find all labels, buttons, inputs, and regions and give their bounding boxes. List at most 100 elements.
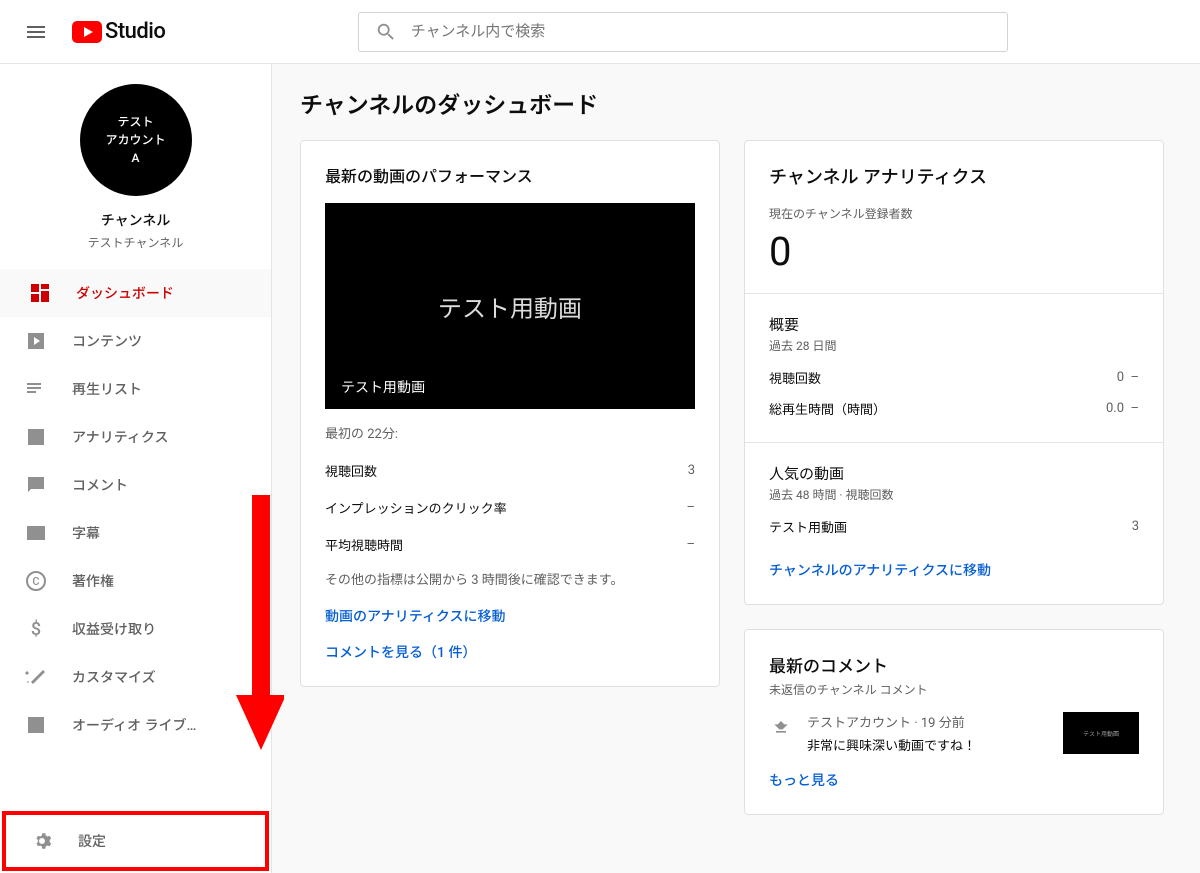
svg-text:C: C [32, 575, 39, 588]
channel-analytics-card: チャンネル アナリティクス 現在のチャンネル登録者数 0 概要 過去 28 日間… [744, 140, 1164, 605]
popular-video-title: テスト用動画 [769, 517, 847, 536]
comment-body: テストアカウント · 19 分前 非常に興味深い動画ですね！ [807, 712, 1049, 754]
card-title: 最新のコメント [769, 652, 1139, 677]
copyright-icon: C [24, 569, 48, 593]
nav: ダッシュボード コンテンツ 再生リスト アナリティクス [0, 269, 271, 809]
comment-meta: テストアカウント · 19 分前 [807, 712, 1049, 731]
overview-period: 過去 28 日間 [769, 337, 1139, 354]
latest-video-card: 最新の動画のパフォーマンス テスト用動画 テスト用動画 最初の 22分: 視聴回… [300, 140, 720, 687]
gear-icon [30, 829, 54, 853]
menu-button[interactable] [16, 12, 56, 52]
settings-highlight: 設定 [2, 811, 269, 871]
sidebar-item-playlists[interactable]: 再生リスト [0, 365, 271, 413]
stat-value: 0 – [1117, 370, 1139, 385]
metric-label: 平均視聴時間 [325, 535, 403, 554]
latest-comments-card: 最新のコメント 未返信のチャンネル コメント テストアカウント · 19 分前 … [744, 629, 1164, 815]
sidebar-item-label: 収益受け取り [72, 619, 247, 639]
stat-label: 視聴回数 [769, 368, 821, 387]
sidebar-item-label: ダッシュボード [76, 283, 247, 303]
popular-label: 人気の動画 [769, 463, 1139, 484]
comment-icon [24, 473, 48, 497]
subscriber-label: 現在のチャンネル登録者数 [769, 205, 1139, 222]
sidebar-item-subtitles[interactable]: 字幕 [0, 509, 271, 557]
customize-icon [24, 665, 48, 689]
sidebar-item-label: カスタマイズ [72, 667, 247, 687]
video-thumb-title: テスト用動画 [341, 377, 425, 397]
popular-period: 過去 48 時間 · 視聴回数 [769, 486, 1139, 503]
search-box[interactable] [358, 12, 1008, 52]
sidebar-item-dashboard[interactable]: ダッシュボード [0, 269, 271, 317]
comment-text: 非常に興味深い動画ですね！ [807, 735, 1049, 754]
studio-logo[interactable]: Studio [72, 19, 165, 44]
sidebar-item-label: コメント [72, 475, 247, 495]
comment-avatar-icon [769, 714, 793, 738]
annotation-arrow-icon [234, 495, 284, 755]
stat-value: 0.0 – [1106, 401, 1139, 416]
avatar-line3: A [132, 149, 140, 167]
subscriber-count: 0 [769, 228, 1139, 275]
sidebar-item-label: 再生リスト [72, 379, 247, 399]
channel-block: テスト アカウント A チャンネル テストチャンネル [0, 64, 271, 269]
search-input[interactable] [411, 23, 991, 40]
audio-icon [24, 713, 48, 737]
sidebar-item-analytics[interactable]: アナリティクス [0, 413, 271, 461]
sidebar-item-label: 字幕 [72, 523, 247, 543]
sidebar-item-monetization[interactable]: $ 収益受け取り [0, 605, 271, 653]
metric-row: 視聴回数 3 [325, 452, 695, 489]
sidebar-item-label: アナリティクス [72, 427, 247, 447]
metric-row: インプレッションのクリック率 – [325, 489, 695, 526]
popular-video-views: 3 [1132, 519, 1139, 534]
playlist-icon [24, 377, 48, 401]
video-thumb-label: テスト用動画 [325, 289, 695, 324]
metrics-table: 視聴回数 3 インプレッションのクリック率 – 平均視聴時間 – [325, 452, 695, 563]
comment-thumb-label: テスト用動画 [1083, 729, 1119, 738]
comment-thumbnail[interactable]: テスト用動画 [1063, 712, 1139, 754]
stat-row: 総再生時間（時間） 0.0 – [769, 393, 1139, 424]
sidebar-item-audio-library[interactable]: オーディオ ライブ… [0, 701, 271, 749]
channel-analytics-link[interactable]: チャンネルのアナリティクスに移動 [769, 563, 991, 579]
sidebar-item-comments[interactable]: コメント [0, 461, 271, 509]
stat-label: 総再生時間（時間） [769, 399, 886, 418]
stat-row: 視聴回数 0 – [769, 362, 1139, 393]
avatar-line2: アカウント [105, 131, 165, 149]
channel-avatar[interactable]: テスト アカウント A [80, 84, 192, 196]
view-comments-link[interactable]: コメントを見る（1 件） [325, 645, 476, 661]
subtitles-icon [24, 521, 48, 545]
metric-label: インプレッションのクリック率 [325, 498, 507, 517]
page-title: チャンネルのダッシュボード [300, 86, 1172, 120]
sidebar-item-label: オーディオ ライブ… [72, 715, 247, 735]
metric-value: 3 [688, 463, 695, 478]
content-icon [24, 329, 48, 353]
comment-item[interactable]: テストアカウント · 19 分前 非常に興味深い動画ですね！ テスト用動画 [769, 712, 1139, 754]
search-icon [375, 21, 397, 43]
sidebar-item-customize[interactable]: カスタマイズ [0, 653, 271, 701]
video-thumbnail[interactable]: テスト用動画 テスト用動画 [325, 203, 695, 409]
comments-more-link[interactable]: もっと見る [769, 773, 839, 789]
sidebar-item-label: コンテンツ [72, 331, 247, 351]
hamburger-icon [24, 20, 48, 44]
sidebar-item-label: 著作権 [72, 571, 247, 591]
metrics-footnote: その他の指標は公開から 3 時間後に確認できます。 [325, 569, 695, 588]
card-title: 最新の動画のパフォーマンス [325, 163, 695, 187]
main: チャンネルのダッシュボード 最新の動画のパフォーマンス テスト用動画 テスト用動… [272, 64, 1200, 873]
sidebar-item-settings[interactable]: 設定 [6, 815, 265, 867]
overview-label: 概要 [769, 314, 1139, 335]
youtube-play-icon [72, 21, 102, 43]
comments-sub: 未返信のチャンネル コメント [769, 681, 1139, 698]
video-analytics-link[interactable]: 動画のアナリティクスに移動 [325, 609, 505, 625]
search-wrap [181, 12, 1184, 52]
logo-text: Studio [105, 19, 165, 44]
svg-text:$: $ [31, 619, 41, 640]
metric-value: – [686, 500, 695, 515]
channel-label: チャンネル [101, 210, 171, 230]
analytics-icon [24, 425, 48, 449]
card-title: チャンネル アナリティクス [769, 163, 1139, 189]
popular-row: テスト用動画 3 [769, 511, 1139, 542]
dashboard-icon [28, 281, 52, 305]
sidebar: テスト アカウント A チャンネル テストチャンネル ダッシュボード コンテンツ [0, 64, 272, 873]
sidebar-item-label: 設定 [78, 831, 241, 851]
first-period-note: 最初の 22分: [325, 423, 695, 442]
metric-label: 視聴回数 [325, 461, 377, 480]
sidebar-item-copyright[interactable]: C 著作権 [0, 557, 271, 605]
sidebar-item-content[interactable]: コンテンツ [0, 317, 271, 365]
